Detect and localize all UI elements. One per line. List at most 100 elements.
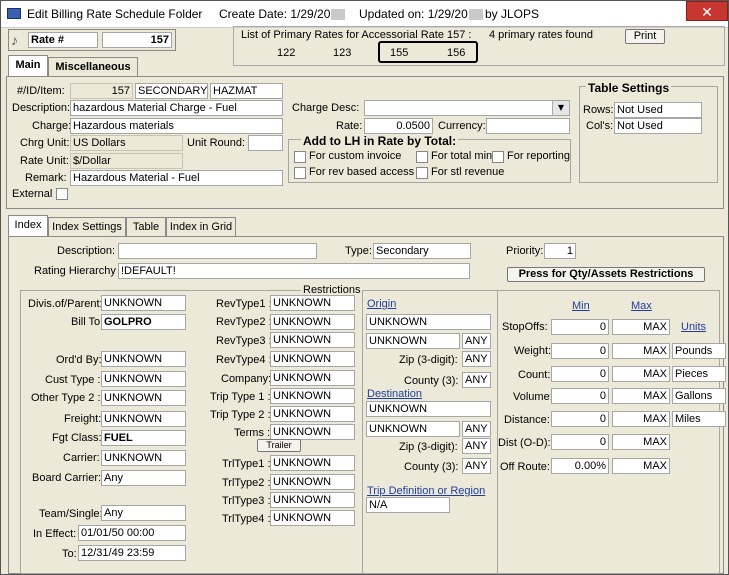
origin-sub-field[interactable]: UNKNOWN: [366, 333, 460, 349]
ordered-by-field[interactable]: UNKNOWN: [101, 351, 186, 367]
reporting-checkbox[interactable]: [492, 151, 504, 163]
origin-field[interactable]: UNKNOWN: [366, 314, 491, 330]
trip-type-2-field[interactable]: UNKNOWN: [270, 406, 355, 422]
divis-parent-field[interactable]: UNKNOWN: [101, 295, 186, 311]
count-max[interactable]: MAX: [612, 366, 670, 382]
distance-max[interactable]: MAX: [612, 411, 670, 427]
trailer-button[interactable]: Trailer: [257, 439, 301, 452]
trltype4-field[interactable]: UNKNOWN: [270, 510, 355, 526]
origin-link[interactable]: Origin: [367, 298, 396, 310]
trltype1-field[interactable]: UNKNOWN: [270, 455, 355, 471]
origin-any-field[interactable]: ANY: [462, 333, 491, 349]
charge-field[interactable]: Hazardous materials: [70, 118, 283, 134]
trip-type-1-field[interactable]: UNKNOWN: [270, 388, 355, 404]
units-header: Units: [681, 321, 707, 333]
primary-rate[interactable]: 155: [390, 47, 408, 59]
off-route-max[interactable]: MAX: [612, 458, 670, 474]
off-route-min[interactable]: 0.00%: [551, 458, 609, 474]
destination-any-field[interactable]: ANY: [462, 421, 491, 437]
off-route-label: Off Route:: [500, 461, 550, 473]
dest-zip-field[interactable]: ANY: [462, 438, 491, 454]
to-date-field[interactable]: 12/31/49 23:59: [78, 545, 186, 561]
destination-sub-field[interactable]: UNKNOWN: [366, 421, 460, 437]
chevron-down-icon[interactable]: ▼: [552, 101, 569, 115]
dist-od-max[interactable]: MAX: [612, 434, 670, 450]
rev-based-access-checkbox[interactable]: [294, 167, 306, 179]
description-field[interactable]: hazardous Material Charge - Fuel: [70, 100, 283, 116]
distance-unit[interactable]: Miles: [672, 411, 726, 427]
origin-county-field[interactable]: ANY: [462, 372, 491, 388]
dest-county-field[interactable]: ANY: [462, 458, 491, 474]
company-field[interactable]: UNKNOWN: [270, 370, 355, 386]
reporting-label: For reporting: [507, 150, 570, 162]
trltype2-field[interactable]: UNKNOWN: [270, 474, 355, 490]
distance-min[interactable]: 0: [551, 411, 609, 427]
close-button[interactable]: ✕: [686, 1, 728, 21]
carrier-field[interactable]: UNKNOWN: [101, 450, 186, 466]
dist-od-label: Dist (O-D):: [498, 437, 551, 449]
board-carrier-field[interactable]: Any: [101, 470, 186, 486]
primary-rate[interactable]: 156: [447, 47, 465, 59]
type-field[interactable]: Secondary: [373, 243, 471, 259]
trip-definition-link[interactable]: Trip Definition or Region: [367, 485, 485, 497]
stopoffs-label: StopOffs:: [502, 321, 548, 333]
rows-field[interactable]: Not Used: [614, 102, 702, 118]
primary-rate[interactable]: 123: [333, 47, 351, 59]
revtype1-field[interactable]: UNKNOWN: [270, 295, 355, 311]
custom-invoice-checkbox[interactable]: [294, 151, 306, 163]
volume-max[interactable]: MAX: [612, 388, 670, 404]
tab-main[interactable]: Main: [8, 55, 48, 77]
stopoffs-min[interactable]: 0: [551, 319, 609, 335]
tab-index[interactable]: Index: [8, 215, 48, 237]
unit-round-field[interactable]: [248, 135, 283, 151]
tab-index-settings[interactable]: Index Settings: [48, 217, 126, 237]
volume-min[interactable]: 0: [551, 388, 609, 404]
qty-assets-restrictions-button[interactable]: Press for Qty/Assets Restrictions: [507, 267, 705, 282]
terms-field[interactable]: UNKNOWN: [270, 424, 355, 440]
tab-miscellaneous[interactable]: Miscellaneous: [48, 57, 138, 77]
item-field[interactable]: HAZMAT: [210, 83, 283, 99]
remark-field[interactable]: Hazardous Material - Fuel: [70, 170, 283, 186]
weight-max[interactable]: MAX: [612, 343, 670, 359]
destination-link[interactable]: Destination: [367, 388, 422, 400]
currency-label: Currency:: [438, 120, 486, 132]
origin-zip-field[interactable]: ANY: [462, 351, 491, 367]
destination-field[interactable]: UNKNOWN: [366, 401, 491, 417]
fgt-class-field[interactable]: FUEL: [101, 430, 186, 446]
charge-desc-select[interactable]: [364, 100, 570, 116]
revtype4-field[interactable]: UNKNOWN: [270, 351, 355, 367]
stopoffs-max[interactable]: MAX: [612, 319, 670, 335]
trltype3-field[interactable]: UNKNOWN: [270, 492, 355, 508]
team-single-field[interactable]: Any: [101, 505, 186, 521]
count-min[interactable]: 0: [551, 366, 609, 382]
rate-field[interactable]: 0.0500: [364, 118, 433, 134]
primary-rate[interactable]: 122: [277, 47, 295, 59]
bill-to-field[interactable]: GOLPRO: [101, 314, 186, 330]
max-header: Max: [631, 300, 652, 312]
cust-type-field[interactable]: UNKNOWN: [101, 371, 186, 387]
stl-revenue-checkbox[interactable]: [416, 167, 428, 179]
total-min-checkbox[interactable]: [416, 151, 428, 163]
tab-index-in-grid[interactable]: Index in Grid: [166, 217, 236, 237]
weight-unit[interactable]: Pounds: [672, 343, 726, 359]
in-effect-field[interactable]: 01/01/50 00:00: [78, 525, 186, 541]
trip-definition-field[interactable]: N/A: [366, 497, 450, 513]
revtype2-field[interactable]: UNKNOWN: [270, 314, 355, 330]
freight-field[interactable]: UNKNOWN: [101, 411, 186, 427]
rating-hierarchy-field[interactable]: !DEFAULT!: [118, 263, 470, 279]
priority-field[interactable]: 1: [544, 243, 576, 259]
currency-field[interactable]: [486, 118, 570, 134]
volume-unit[interactable]: Gallons: [672, 388, 726, 404]
revtype3-field[interactable]: UNKNOWN: [270, 332, 355, 348]
cols-field[interactable]: Not Used: [614, 118, 702, 134]
count-unit[interactable]: Pieces: [672, 366, 726, 382]
dist-od-min[interactable]: 0: [551, 434, 609, 450]
external-checkbox[interactable]: [56, 188, 68, 200]
print-button[interactable]: Print: [625, 29, 665, 44]
tab-table[interactable]: Table: [126, 217, 166, 237]
id-field[interactable]: SECONDARY: [135, 83, 208, 99]
other-type-2-field[interactable]: UNKNOWN: [101, 390, 186, 406]
index-description-field[interactable]: [118, 243, 317, 259]
create-date: Create Date: 1/29/20: [219, 7, 346, 21]
weight-min[interactable]: 0: [551, 343, 609, 359]
